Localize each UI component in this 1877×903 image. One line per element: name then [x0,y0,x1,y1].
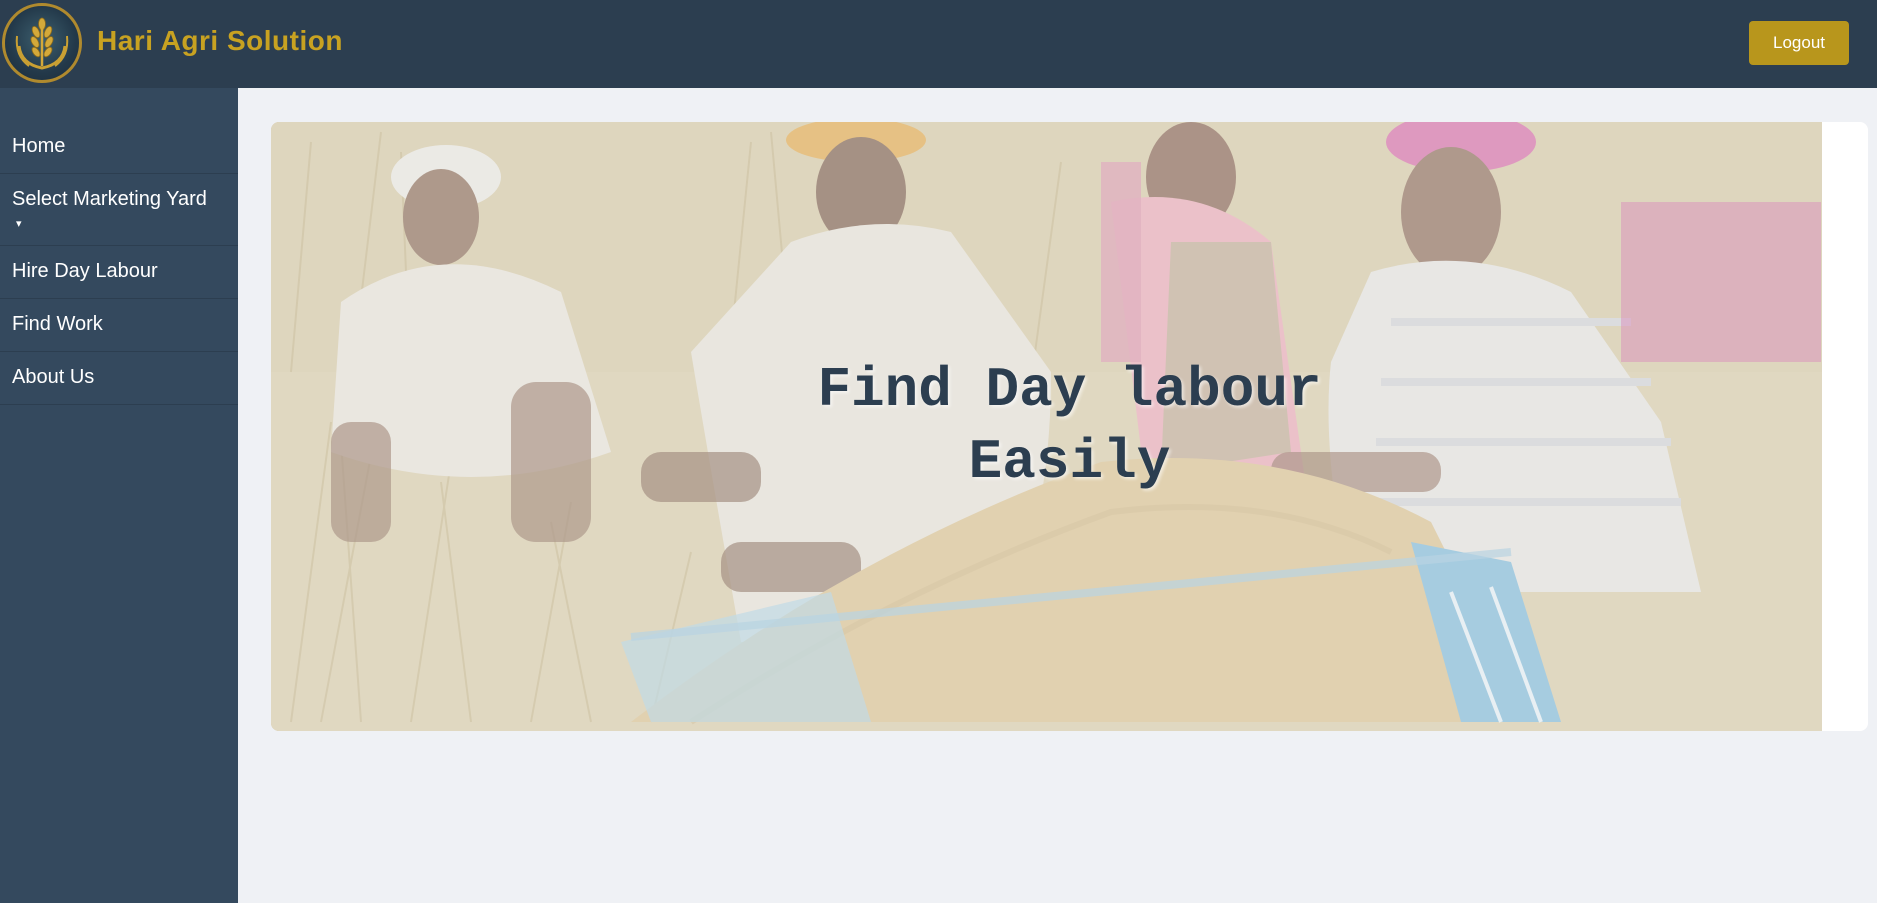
logout-button[interactable]: Logout [1749,21,1849,65]
brand-title: Hari Agri Solution [97,25,343,56]
hero-heading-line-2: Easily [968,430,1171,494]
wheat-emblem-icon[interactable] [2,3,82,83]
sidebar-item-about-us[interactable]: About Us [0,352,238,405]
chevron-down-icon[interactable]: ▾ [16,217,226,230]
main-content: Find Day labour Easily [238,88,1877,903]
sidebar-item-label: Find Work [12,313,103,335]
sidebar-item-select-marketing-yard[interactable]: Select Marketing Yard ▾ [0,174,238,246]
sidebar-item-label: Hire Day Labour [12,260,158,282]
sidebar-item-label: Home [12,135,66,157]
hero-heading-line-1: Find Day labour [817,358,1322,422]
hero-card: Find Day labour Easily [271,122,1868,731]
top-navbar: Hari Agri Solution Logout [0,0,1877,88]
sidebar-item-find-work[interactable]: Find Work [0,299,238,352]
sidebar-item-label: Select Marketing Yard [12,188,207,210]
sidebar-item-hire-day-labour[interactable]: Hire Day Labour [0,246,238,299]
sidebar-item-label: About Us [12,366,95,388]
sidebar: Home Select Marketing Yard ▾ Hire Day La… [0,88,238,903]
sidebar-item-home[interactable]: Home [0,121,238,174]
hero-heading: Find Day labour Easily [271,354,1868,498]
